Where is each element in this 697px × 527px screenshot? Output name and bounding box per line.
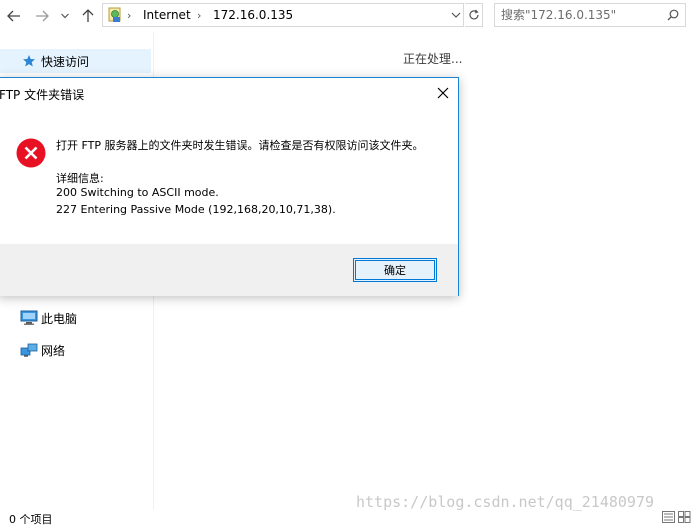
computer-icon [20,309,38,327]
status-bar: 0 个项目 [0,510,697,526]
search-input[interactable] [501,7,661,23]
refresh-button[interactable] [465,3,483,27]
forward-button[interactable] [33,6,51,26]
breadcrumb-separator: › [197,9,202,22]
recent-locations-button[interactable] [58,6,72,26]
arrow-right-icon [36,10,49,22]
dialog-title: FTP 文件夹错误 [0,88,85,102]
chevron-down-icon [61,13,69,19]
address-dropdown-button[interactable] [447,3,465,27]
details-heading: 详细信息: [56,172,104,185]
close-icon [437,87,449,99]
up-button[interactable] [79,6,97,26]
ftp-error-dialog: FTP 文件夹错误 打开 FTP 服务器上的文件夹时发生错误。请检查是否有权限访… [0,77,459,296]
refresh-icon [468,9,479,20]
star-icon [20,52,38,70]
chevron-down-icon [451,12,461,18]
watermark: https://blog.csdn.net/qq_21480979 [356,493,655,511]
network-icon [20,341,38,359]
detail-line: 200 Switching to ASCII mode. [56,186,219,199]
sidebar-item-label: 此电脑 [41,311,78,326]
arrow-left-icon [7,10,20,22]
error-message: 打开 FTP 服务器上的文件夹时发生错误。请检查是否有权限访问该文件夹。 [56,139,424,152]
search-icon[interactable] [667,9,679,24]
navigation-bar: › Internet › 172.16.0.135 [0,0,697,32]
internet-location-icon [107,7,123,26]
ok-button[interactable]: 确定 [353,258,437,282]
sidebar-item-label: 网络 [41,343,66,358]
address-bar[interactable]: › Internet › 172.16.0.135 [102,3,464,27]
breadcrumb-internet[interactable]: Internet [143,8,191,22]
sidebar-item-this-pc[interactable]: 此电脑 [0,306,151,330]
sidebar-item-label: 快速访问 [41,54,90,69]
processing-status: 正在处理... [403,52,463,66]
search-box[interactable] [494,3,686,27]
back-button[interactable] [5,6,23,26]
arrow-up-icon [82,9,94,22]
close-button[interactable] [433,83,453,103]
error-icon [16,138,46,168]
sidebar-item-network[interactable]: 网络 [0,338,151,362]
item-count: 0 个项目 [9,513,53,526]
breadcrumb-separator: › [127,9,132,22]
detail-line: 227 Entering Passive Mode (192,168,20,10… [56,203,336,216]
sidebar-item-quick-access[interactable]: 快速访问 [0,49,151,73]
breadcrumb-host[interactable]: 172.16.0.135 [213,8,293,22]
